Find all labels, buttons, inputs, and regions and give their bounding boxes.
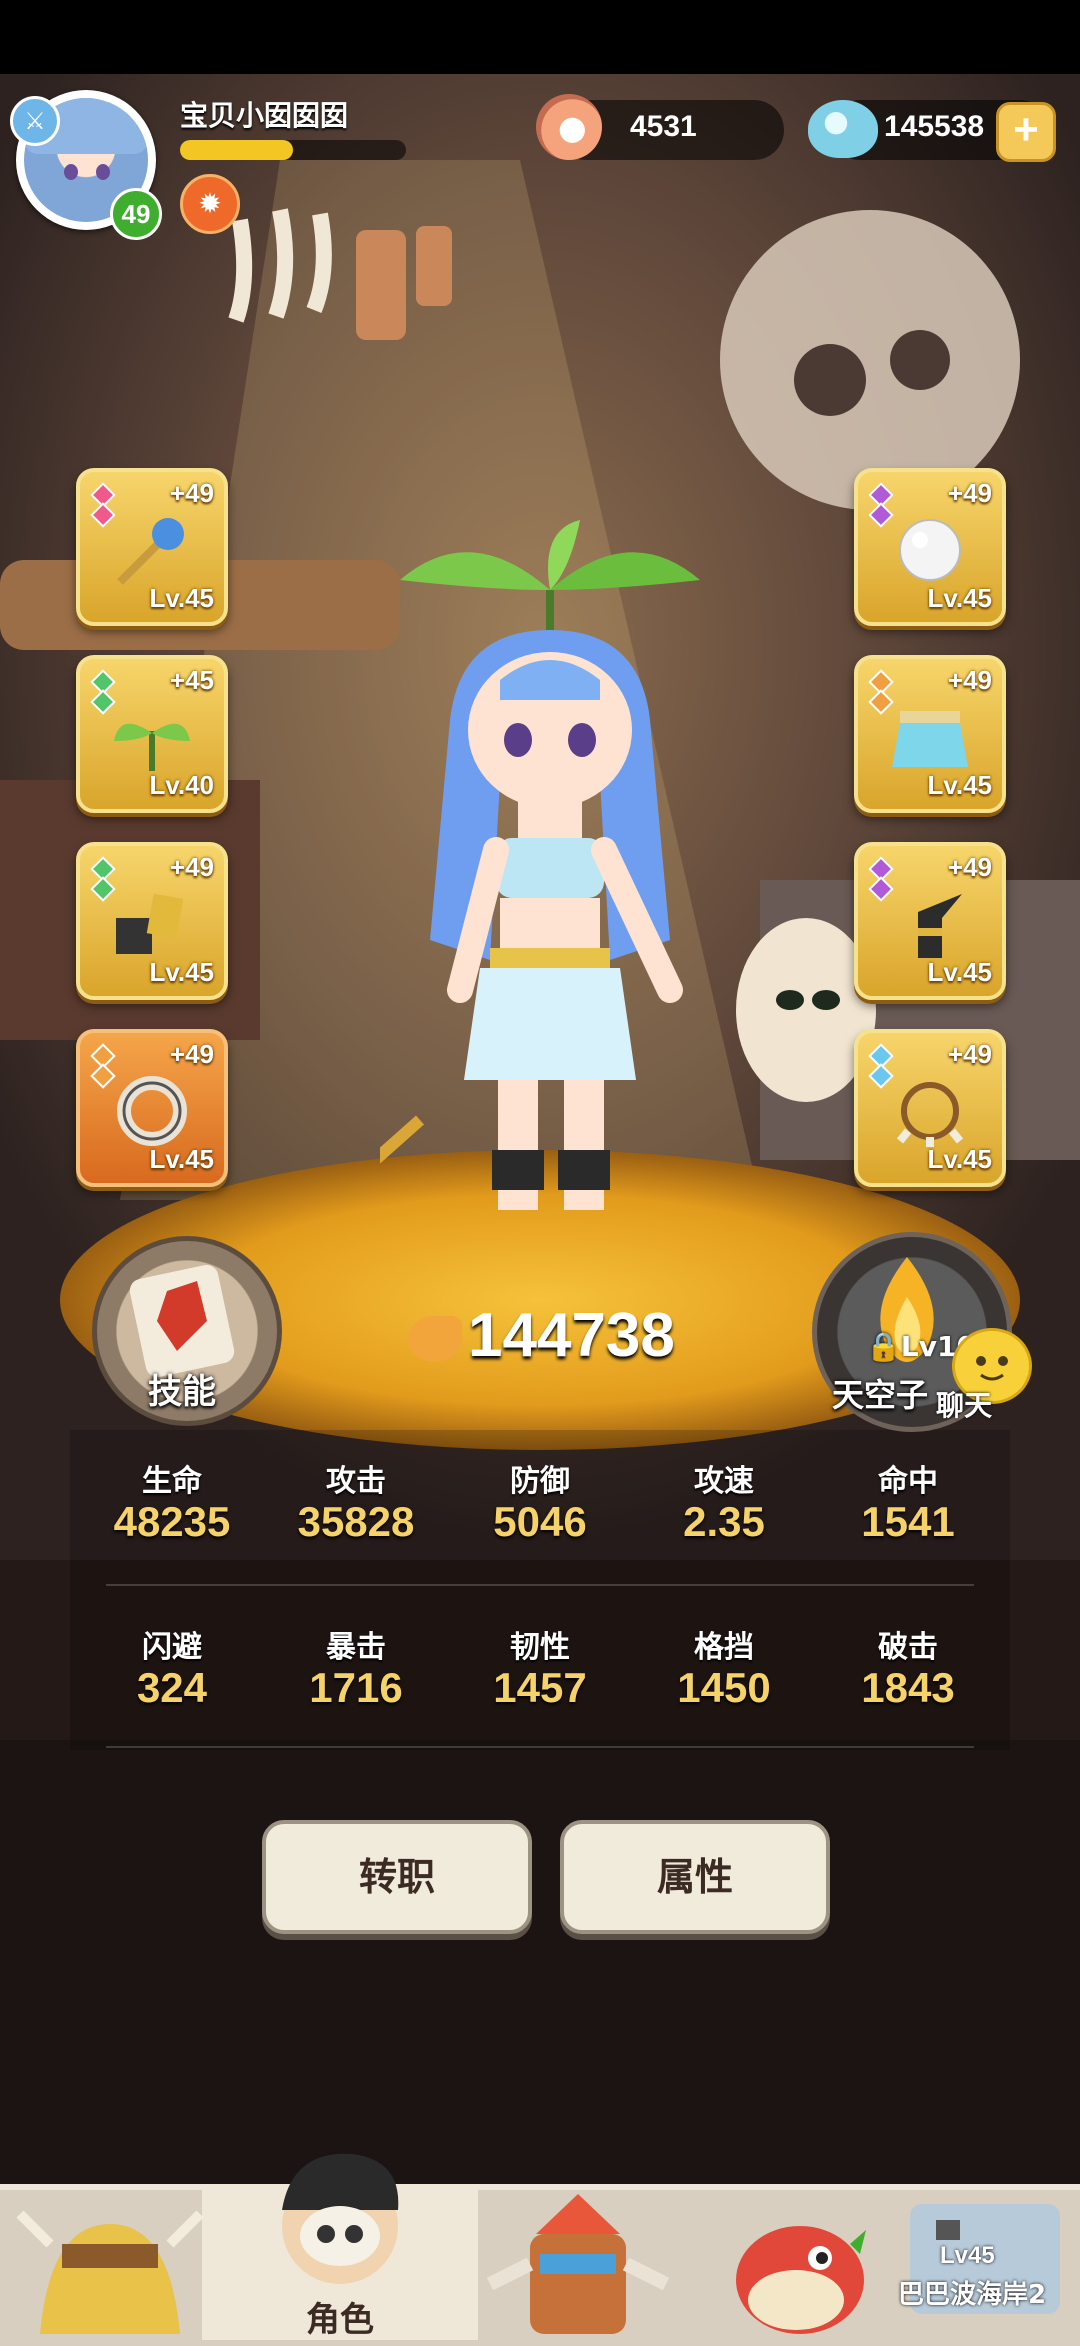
stat-name: 命中 bbox=[878, 1464, 938, 1499]
stat-name: 格挡 bbox=[694, 1630, 754, 1665]
item-level: Lv.45 bbox=[927, 583, 992, 613]
chat-label[interactable]: 聊天 bbox=[936, 1384, 992, 1424]
equip-slot-offhand[interactable]: +49 Lv.45 bbox=[76, 842, 228, 1000]
player-name: 宝贝小囡囡囡 bbox=[180, 99, 349, 132]
locked-map-name: 巴巴波海岸2 bbox=[898, 2280, 1047, 2310]
gem-icon bbox=[808, 100, 878, 158]
item-level: Lv.45 bbox=[927, 770, 992, 800]
gem-count: 145538 bbox=[884, 110, 985, 143]
status-bar bbox=[0, 0, 1080, 74]
enhance-level: +49 bbox=[947, 1039, 992, 1069]
horn-boot-icon bbox=[918, 894, 962, 958]
enhance-level: +49 bbox=[169, 1039, 214, 1069]
enhance-level: +49 bbox=[169, 852, 214, 882]
pearl-count: 4531 bbox=[630, 110, 697, 143]
item-level: Lv.45 bbox=[149, 583, 214, 613]
stat-name: 攻速 bbox=[694, 1464, 754, 1499]
stat-name: 生命 bbox=[142, 1464, 202, 1499]
stat-value: 48235 bbox=[113, 1498, 231, 1545]
enhance-level: +49 bbox=[947, 478, 992, 508]
equip-slot-boots[interactable]: +49 Lv.45 bbox=[854, 842, 1006, 1000]
nav-tab-role[interactable] bbox=[232, 2140, 448, 2290]
equip-slot-head[interactable]: +45 Lv.40 bbox=[76, 655, 228, 813]
stat-value: 2.35 bbox=[683, 1498, 765, 1545]
exp-bar-fill bbox=[180, 140, 293, 160]
sword-badge-icon: ⚔ bbox=[10, 96, 60, 146]
item-level: Lv.45 bbox=[149, 957, 214, 987]
stone-ring-icon bbox=[117, 1076, 187, 1146]
power-arm-icon bbox=[408, 1316, 462, 1362]
stat-value: 1716 bbox=[309, 1664, 403, 1711]
leaf-sprout-icon bbox=[114, 723, 190, 771]
enhance-level: +45 bbox=[169, 665, 214, 695]
item-level: Lv.40 bbox=[149, 770, 214, 800]
equip-slot-bracelet[interactable]: +49 Lv.45 bbox=[854, 1029, 1006, 1187]
stat-name: 韧性 bbox=[510, 1630, 570, 1665]
stone-block-icon bbox=[116, 893, 184, 954]
equip-slot-weapon[interactable]: +49 Lv.45 bbox=[76, 468, 228, 626]
bone-bracelet-icon bbox=[896, 1082, 964, 1147]
hero-character bbox=[380, 520, 700, 1210]
stat-value: 1457 bbox=[493, 1664, 587, 1711]
enhance-level: +49 bbox=[947, 665, 992, 695]
stat-value: 1843 bbox=[861, 1664, 955, 1711]
stat-value: 35828 bbox=[297, 1498, 415, 1545]
hero-face-icon bbox=[282, 2153, 399, 2284]
stat-value: 1541 bbox=[861, 1498, 955, 1545]
stat-name: 攻击 bbox=[326, 1464, 386, 1499]
stat-value: 5046 bbox=[493, 1498, 587, 1545]
pearl-shell-icon bbox=[536, 94, 602, 160]
stat-name: 防御 bbox=[510, 1464, 570, 1499]
enhance-level: +49 bbox=[947, 852, 992, 882]
nav-tab-totem[interactable] bbox=[470, 2184, 686, 2340]
stat-name: 暴击 bbox=[326, 1630, 386, 1665]
add-gems-button[interactable]: + bbox=[996, 102, 1056, 162]
attributes-button[interactable]: 属性 bbox=[560, 1820, 830, 1934]
skill-label: 技能 bbox=[148, 1372, 216, 1412]
stat-value: 1450 bbox=[677, 1664, 771, 1711]
stat-name: 闪避 bbox=[142, 1630, 202, 1665]
caveman-chief-icon bbox=[16, 2210, 204, 2334]
skirt-icon bbox=[892, 711, 968, 767]
nav-tab-role-label[interactable]: 角色 bbox=[202, 2292, 478, 2341]
equip-slot-ring[interactable]: +49 Lv.45 bbox=[76, 1029, 228, 1187]
exp-bar bbox=[180, 140, 406, 160]
combat-power: 144738 bbox=[468, 1301, 675, 1370]
stats-divider bbox=[106, 1746, 974, 1748]
stat-name: 破击 bbox=[878, 1630, 938, 1665]
player-level-badge: 49 bbox=[110, 188, 162, 240]
stat-value: 324 bbox=[136, 1664, 208, 1711]
title-badge-icon[interactable]: ✹ bbox=[180, 174, 240, 234]
nav-tab-tribe[interactable] bbox=[0, 2184, 216, 2340]
totem-mask-icon bbox=[486, 2194, 670, 2334]
equip-slot-armor[interactable]: +49 Lv.45 bbox=[854, 655, 1006, 813]
item-level: Lv.45 bbox=[149, 1144, 214, 1174]
locked-map-level: Lv45 bbox=[940, 2242, 995, 2269]
item-level: Lv.45 bbox=[927, 957, 992, 987]
item-level: Lv.45 bbox=[927, 1144, 992, 1174]
pearl-orb-icon bbox=[899, 519, 961, 581]
sky-label: 天空子 bbox=[832, 1376, 929, 1414]
job-transfer-button[interactable]: 转职 bbox=[262, 1820, 532, 1934]
equip-slot-orb[interactable]: +49 Lv.45 bbox=[854, 468, 1006, 626]
stats-divider bbox=[106, 1584, 974, 1586]
dragon-staff-icon bbox=[117, 518, 184, 585]
enhance-level: +49 bbox=[169, 478, 214, 508]
